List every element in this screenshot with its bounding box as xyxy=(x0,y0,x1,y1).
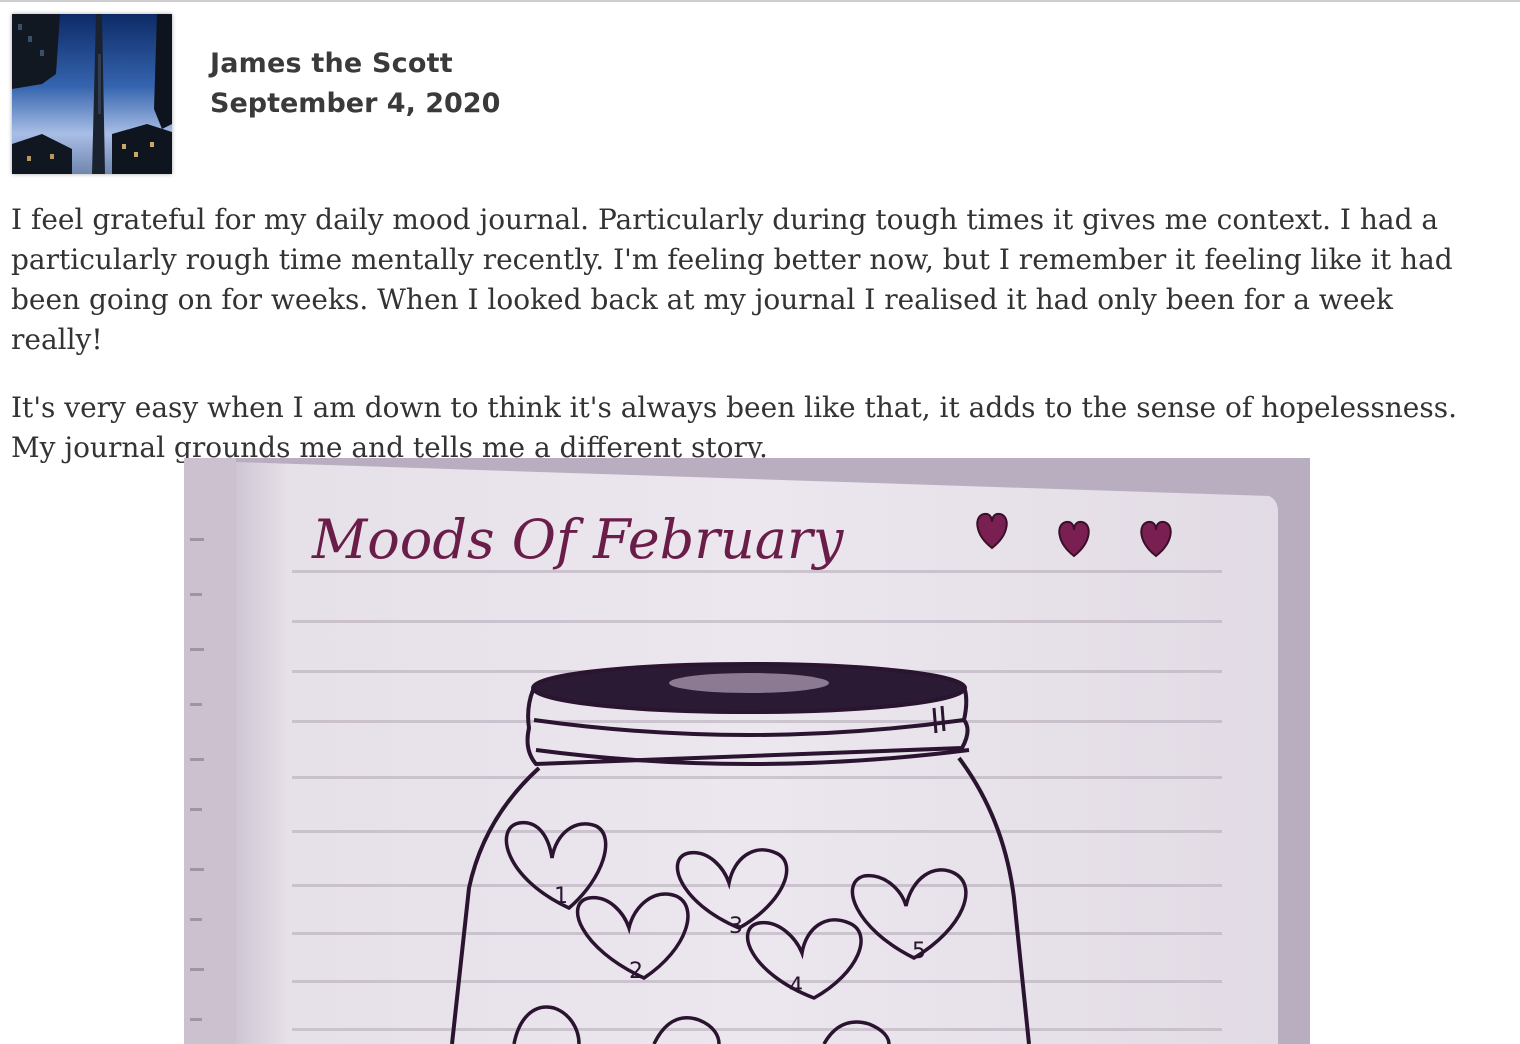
post-header: James the Scott September 4, 2020 xyxy=(0,0,1520,190)
post-paragraph: I feel grateful for my daily mood journa… xyxy=(11,203,1453,356)
author-avatar[interactable] xyxy=(12,14,172,174)
heart-number: 5 xyxy=(912,939,926,964)
heart-number: 4 xyxy=(789,974,803,999)
post-paragraph: It's very easy when I am down to think i… xyxy=(11,391,1458,464)
mood-jar-drawing: Moods Of February 1 2 3 4 5 xyxy=(184,458,1310,1044)
journal-title: Moods Of February xyxy=(311,508,845,571)
heart-number: 2 xyxy=(629,959,643,984)
heart-number: 3 xyxy=(729,914,743,939)
post-body: I feel grateful for my daily mood journa… xyxy=(11,200,1491,496)
mood-journal-photo: Moods Of February 1 2 3 4 5 xyxy=(184,458,1310,1044)
post-date: September 4, 2020 xyxy=(210,88,501,119)
heart-number: 1 xyxy=(554,884,568,909)
author-name[interactable]: James the Scott xyxy=(210,48,453,79)
avatar-city-photo xyxy=(12,14,172,174)
